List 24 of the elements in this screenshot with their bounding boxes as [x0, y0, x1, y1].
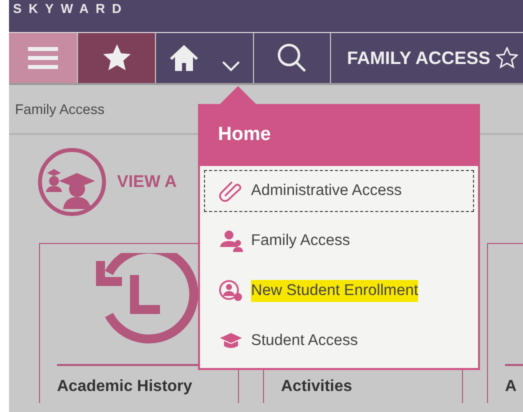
- chevron-down-icon: [220, 60, 240, 72]
- item-label: Student Access: [251, 331, 358, 351]
- card-title: A: [505, 364, 523, 396]
- family-icon: [219, 230, 243, 252]
- student-add-icon: [219, 280, 243, 302]
- star-icon: [102, 43, 132, 73]
- home-icon: [168, 43, 198, 73]
- search-button[interactable]: [254, 33, 330, 83]
- favorites-button[interactable]: [78, 33, 155, 83]
- dropdown-title: Home: [218, 124, 271, 146]
- dropdown-item[interactable]: Administrative Access: [204, 170, 474, 212]
- brand-logo: SKYWARD: [13, 1, 128, 17]
- paperclip-icon: [219, 180, 243, 202]
- item-label: Family Access: [251, 231, 350, 251]
- module-card[interactable]: A: [487, 243, 523, 403]
- breadcrumb[interactable]: Family Access: [15, 101, 104, 117]
- item-label: Administrative Access: [251, 181, 402, 201]
- page-title: FAMILY ACCESS: [347, 48, 490, 68]
- home-button[interactable]: [156, 33, 253, 83]
- item-label: New Student Enrollment: [251, 280, 418, 302]
- star-outline-icon[interactable]: [496, 47, 518, 69]
- menu-icon: [28, 45, 58, 71]
- search-icon: [276, 42, 308, 74]
- students-icon: [37, 147, 107, 217]
